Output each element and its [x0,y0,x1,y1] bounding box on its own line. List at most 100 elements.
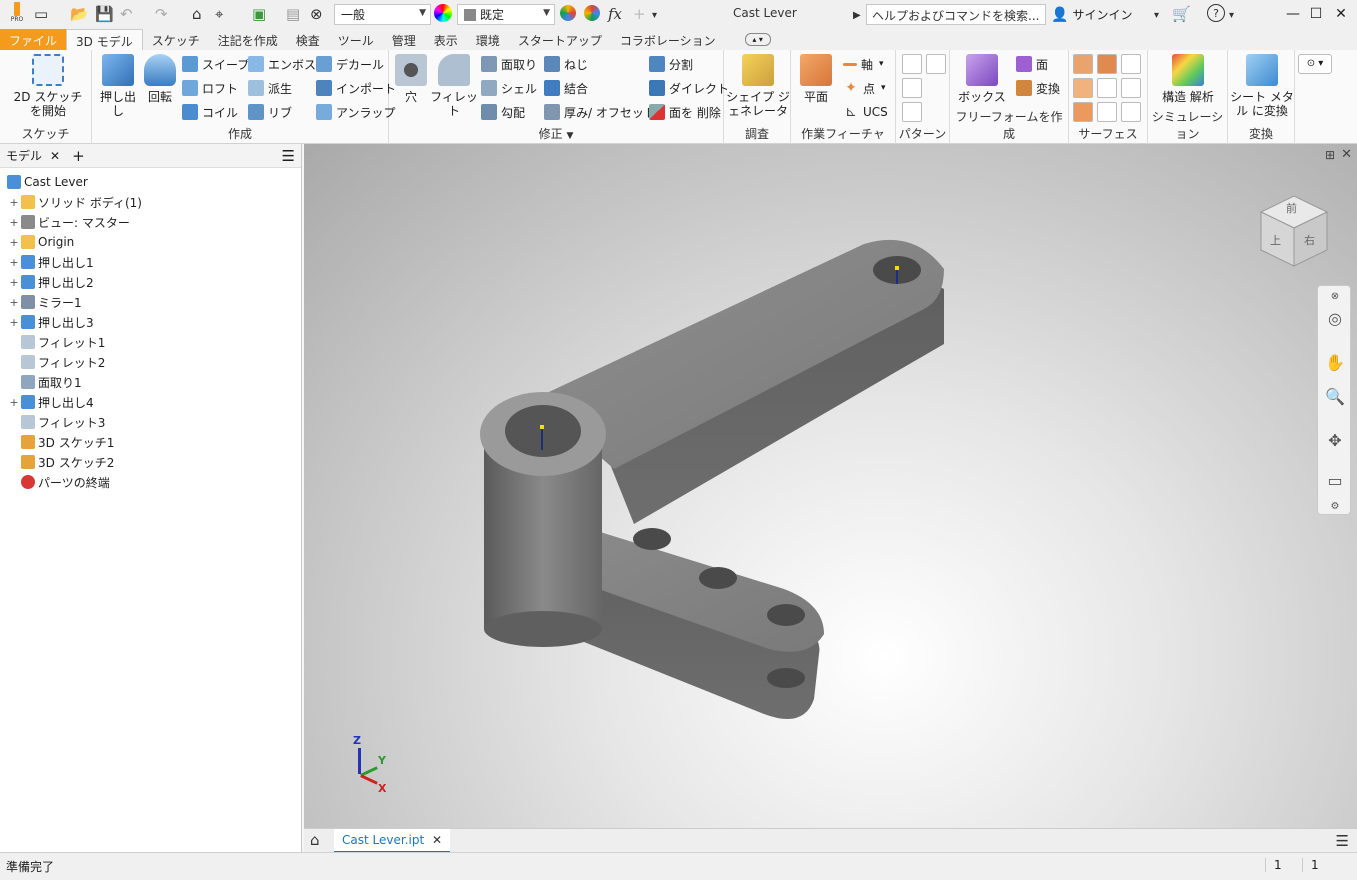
cast-lever-model[interactable] [304,144,1357,828]
tab-view[interactable]: 表示 [425,29,467,50]
maximize-button[interactable]: ☐ [1305,3,1327,25]
redo-icon[interactable]: ↷ [155,3,168,25]
adjust-appearance-icon[interactable] [560,5,576,21]
browser-node[interactable]: + 押し出し3 [8,312,94,332]
circ-pattern-icon[interactable] [902,78,922,98]
add-icon[interactable]: + [633,3,646,25]
browser-node[interactable]: 面取り1 [8,372,82,392]
function-fx-icon[interactable]: fx [608,3,622,25]
rect-pattern-icon[interactable] [902,54,922,74]
combine-button[interactable]: 結合 [544,78,588,98]
measure-icon[interactable]: ▤ [286,3,300,25]
browser-node[interactable]: + ミラー1 [8,292,82,312]
viewcube-face-top[interactable]: 前 [1286,200,1297,216]
point-button[interactable]: ✦ 点 ▾ [843,78,885,98]
chamfer-button[interactable]: 面取り [481,54,537,74]
update-icon[interactable]: ▣ [252,3,266,25]
ribbon-minimize-icon[interactable]: ▴ ▾ [744,33,771,46]
open-icon[interactable]: 📂 [70,3,89,25]
signin-dropdown-icon[interactable]: ▾ [1154,4,1159,26]
clear-appearance-icon[interactable] [584,5,600,21]
shell-button[interactable]: シェル [481,78,537,98]
stress-analysis-button[interactable]: 構造 解析 [1156,54,1220,104]
expand-icon[interactable]: + [8,196,20,209]
add-icon[interactable]: + [72,147,85,165]
thread-button[interactable]: ねじ [544,54,588,74]
start-2d-sketch-button[interactable]: 2D スケッチを開始 [12,54,84,118]
close-icon[interactable]: ✕ [50,149,60,163]
expand-icon[interactable]: + [8,296,20,309]
home-icon[interactable]: ⌂ [192,3,202,25]
tab-get-started[interactable]: スタートアップ [509,29,611,50]
style-select[interactable]: 一般 ▼ [334,4,431,25]
customize-qat-icon[interactable]: ▾ [652,4,657,26]
tab-annotate[interactable]: 注記を作成 [209,29,287,50]
replace-face-icon[interactable] [1097,102,1117,122]
browser-node[interactable]: フィレット3 [8,412,105,432]
thicken-button[interactable]: 厚み/ オフセット [544,102,656,122]
tab-3d-model[interactable]: 3D モデル [66,29,143,50]
tab-environments[interactable]: 環境 [467,29,509,50]
viewcube[interactable]: 前 上 右 [1257,192,1331,270]
hole-button[interactable]: 穴 [393,54,429,104]
browser-tab-label[interactable]: モデル [6,147,42,164]
browser-node[interactable]: + Origin [8,232,74,252]
convert-sheetmetal-button[interactable]: シート メタル に変換 [1230,54,1294,118]
graphics-window[interactable]: ⊞ ✕ 前 上 右 Z Y X [304,144,1357,828]
new-icon[interactable]: ▭ [34,3,48,25]
axis-button[interactable]: 軸 ▾ [843,54,884,74]
convert-button[interactable]: 変換 [1016,78,1060,98]
tab-sketch[interactable]: スケッチ [143,29,209,50]
expand-icon[interactable]: + [8,396,20,409]
import-button[interactable]: インポート [316,78,396,98]
browser-node[interactable]: + 押し出し1 [8,252,94,272]
home-tab-icon[interactable]: ⌂ [310,831,320,849]
undo-icon[interactable]: ↶ [120,3,133,25]
sketch-pattern-icon[interactable] [902,102,922,122]
steering-wheel-icon[interactable]: ◎ [1324,308,1346,330]
browser-node[interactable]: フィレット2 [8,352,105,372]
boundary-patch-icon[interactable] [1073,102,1093,122]
ucs-button[interactable]: ⊾ UCS [843,102,888,122]
signin-button[interactable]: 👤 サインイン [1051,6,1132,23]
tab-file[interactable]: ファイル [0,29,67,50]
split-button[interactable]: 分割 [649,54,693,74]
browser-node[interactable]: 3D スケッチ1 [8,432,114,452]
browser-node[interactable]: + 押し出し4 [8,392,94,412]
unwrap-button[interactable]: アンラップ [316,102,396,122]
derive-button[interactable]: 派生 [248,78,292,98]
search-input[interactable]: ヘルプおよびコマンドを検索... [866,4,1046,25]
shape-generator-button[interactable]: シェイプ ジェネレータ [726,54,790,118]
expand-icon[interactable]: + [8,256,20,269]
box-button[interactable]: ボックス [958,54,1006,104]
zoom-icon[interactable]: 🔍 [1324,386,1346,408]
sculpt-icon[interactable] [1121,54,1141,74]
browser-node[interactable]: 3D スケッチ2 [8,452,114,472]
navbar-options-icon[interactable]: ⚙ [1324,496,1346,518]
look-at-icon[interactable]: ▭ [1324,470,1346,492]
mirror-icon[interactable] [926,54,946,74]
stitch-icon[interactable] [1073,54,1093,74]
color-wheel-icon[interactable] [434,4,452,22]
tab-manage[interactable]: 管理 [383,29,425,50]
document-tab[interactable]: Cast Lever.ipt ✕ [334,829,451,853]
revolve-button[interactable]: 回転 [140,54,180,104]
close-button[interactable]: ✕ [1330,3,1352,25]
expand-icon[interactable]: + [8,276,20,289]
face-button[interactable]: 面 [1016,54,1048,74]
draft-button[interactable]: 勾配 [481,102,525,122]
coil-button[interactable]: コイル [182,102,238,122]
browser-node[interactable]: + ソリッド ボディ(1) [8,192,142,212]
appearance-clear-icon[interactable]: ⊗ [310,3,323,25]
browser-node[interactable]: Cast Lever [6,172,88,192]
expand-icon[interactable]: + [8,316,20,329]
help-icon[interactable]: ? [1207,4,1225,22]
tab-inspect[interactable]: 検査 [287,29,329,50]
repair-icon[interactable] [1121,102,1141,122]
extend-icon[interactable] [1121,78,1141,98]
trim-icon[interactable] [1073,78,1093,98]
document-menu-icon[interactable]: ☰ [1336,832,1349,850]
select-icon[interactable]: ⌖ [215,3,223,25]
fillet-button[interactable]: フィレット [429,54,479,118]
plane-button[interactable]: 平面 [795,54,837,104]
